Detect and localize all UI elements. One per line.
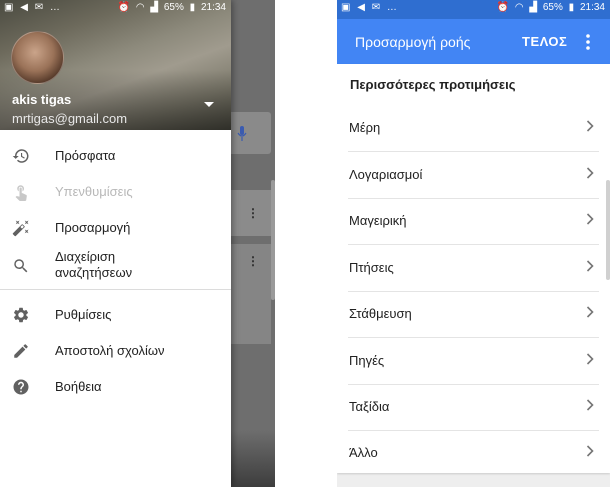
history-icon	[12, 149, 29, 163]
status-icons: ⏰ ◠ ▟ 65% ▮ 21:34	[115, 2, 226, 13]
navigation-drawer: ▣ ◀ ✉ … ⏰ ◠ ▟ 65% ▮ 21:34 akis tigas mrt…	[0, 0, 231, 487]
menu-item-customize[interactable]: Προσαρμογή	[0, 213, 231, 243]
signal-icon: ▟	[529, 2, 538, 13]
status-icons: ⏰ ◠ ▟ 65% ▮ 21:34	[494, 2, 605, 13]
mic-icon	[237, 126, 247, 141]
more-vert-icon: ⋮	[247, 254, 259, 268]
menu-item-settings[interactable]: Ρυθμίσεις	[0, 300, 231, 330]
avatar[interactable]	[11, 31, 64, 84]
notification-icons: ▣ ◀ ✉ …	[4, 2, 62, 13]
background-app: ⋮ ⋮	[231, 0, 275, 487]
menu-label: Αποστολή σχολίων	[55, 343, 165, 358]
list-item-accounts[interactable]: Λογαριασμοί	[348, 152, 599, 199]
list-item-cooking[interactable]: Μαγειρική	[348, 198, 599, 245]
battery-icon: ▮	[568, 2, 575, 13]
preferences-card: Περισσότερες προτιμήσεις Μέρη Λογαριασμο…	[337, 64, 610, 473]
chevron-right-icon	[586, 213, 594, 225]
menu-label: Βοήθεια	[55, 379, 102, 394]
gear-icon	[13, 307, 29, 323]
menu-label: Πρόσφατα	[55, 148, 116, 163]
list-item-flights[interactable]: Πτήσεις	[348, 245, 599, 292]
list-item-label: Άλλο	[349, 445, 378, 460]
scroll-handle	[271, 180, 275, 300]
scroll-handle[interactable]	[606, 180, 610, 280]
menu-item-send-feedback[interactable]: Αποστολή σχολίων	[0, 336, 231, 366]
list-item-label: Στάθμευση	[349, 306, 412, 321]
chevron-right-icon	[586, 260, 594, 272]
done-button[interactable]: ΤΕΛΟΣ	[522, 34, 567, 49]
magic-wand-icon	[12, 220, 29, 237]
background-search-bar	[231, 112, 271, 154]
menu-divider	[0, 289, 231, 290]
background-card: ⋮	[231, 244, 271, 344]
list-item-sources[interactable]: Πηγές	[348, 338, 599, 385]
clock: 21:34	[579, 2, 605, 13]
right-phone-screen: ▣ ◀ ✉ … ⏰ ◠ ▟ 65% ▮ 21:34 Προσαρμογή ροή…	[337, 0, 610, 487]
list-item-other[interactable]: Άλλο	[348, 430, 599, 476]
pencil-icon	[14, 344, 28, 358]
menu-label: Διαχείριση αναζητήσεων	[55, 249, 133, 280]
list-item-parking[interactable]: Στάθμευση	[348, 291, 599, 338]
menu-label: Προσαρμογή	[55, 220, 131, 235]
chevron-right-icon	[586, 399, 594, 411]
more-vert-icon: ⋮	[247, 206, 259, 220]
battery-icon: ▮	[189, 2, 196, 13]
menu-label: Ρυθμίσεις	[55, 307, 112, 322]
background-bottom	[231, 430, 275, 487]
status-bar: ▣ ◀ ✉ … ⏰ ◠ ▟ 65% ▮ 21:34	[337, 0, 610, 19]
reminder-hand-icon	[15, 185, 27, 201]
clock: 21:34	[200, 2, 226, 13]
account-header: ▣ ◀ ✉ … ⏰ ◠ ▟ 65% ▮ 21:34 akis tigas mrt…	[0, 0, 231, 130]
chevron-right-icon	[586, 306, 594, 318]
list-item-places[interactable]: Μέρη	[348, 105, 599, 152]
alarm-icon: ⏰	[496, 2, 510, 13]
section-title: Περισσότερες προτιμήσεις	[350, 77, 516, 92]
list-item-label: Μέρη	[349, 120, 381, 135]
chevron-right-icon	[586, 445, 594, 457]
menu-item-reminders[interactable]: Υπενθυμίσεις	[0, 177, 231, 207]
list-item-travel[interactable]: Ταξίδια	[348, 384, 599, 431]
signal-icon: ▟	[150, 2, 159, 13]
help-icon	[13, 379, 29, 395]
menu-item-help[interactable]: Βοήθεια	[0, 372, 231, 402]
chevron-right-icon	[586, 353, 594, 365]
list-item-label: Πτήσεις	[349, 260, 394, 275]
account-dropdown-icon[interactable]	[204, 102, 214, 107]
left-phone-screen: ⋮ ⋮ ▣ ◀ ✉ … ⏰ ◠ ▟ 65% ▮ 21:34 akis tigas…	[0, 0, 275, 487]
list-item-label: Ταξίδια	[349, 399, 390, 414]
chevron-right-icon	[586, 167, 594, 179]
menu-item-recent[interactable]: Πρόσφατα	[0, 141, 231, 171]
alarm-icon: ⏰	[117, 2, 131, 13]
list-item-label: Λογαριασμοί	[349, 167, 423, 182]
list-item-label: Πηγές	[349, 353, 385, 368]
notification-icons: ▣ ◀ ✉ …	[341, 2, 399, 13]
wifi-icon: ◠	[135, 2, 145, 13]
background-card: ⋮	[231, 190, 271, 236]
chevron-right-icon	[586, 120, 594, 132]
search-icon	[14, 259, 28, 273]
more-vert-icon[interactable]	[586, 33, 590, 51]
list-item-label: Μαγειρική	[349, 213, 407, 228]
wifi-icon: ◠	[514, 2, 524, 13]
app-toolbar: Προσαρμογή ροής ΤΕΛΟΣ	[337, 19, 610, 64]
status-bar-content: ▣ ◀ ✉ … ⏰ ◠ ▟ 65% ▮ 21:34	[337, 0, 610, 16]
battery-percent: 65%	[163, 2, 184, 13]
battery-percent: 65%	[542, 2, 563, 13]
menu-item-manage-searches[interactable]: Διαχείριση αναζητήσεων	[0, 249, 231, 283]
account-email: mrtigas@gmail.com	[12, 111, 128, 126]
status-bar: ▣ ◀ ✉ … ⏰ ◠ ▟ 65% ▮ 21:34	[0, 0, 231, 16]
toolbar-title: Προσαρμογή ροής	[355, 34, 471, 50]
account-name: akis tigas	[12, 92, 72, 107]
menu-label: Υπενθυμίσεις	[55, 184, 133, 199]
